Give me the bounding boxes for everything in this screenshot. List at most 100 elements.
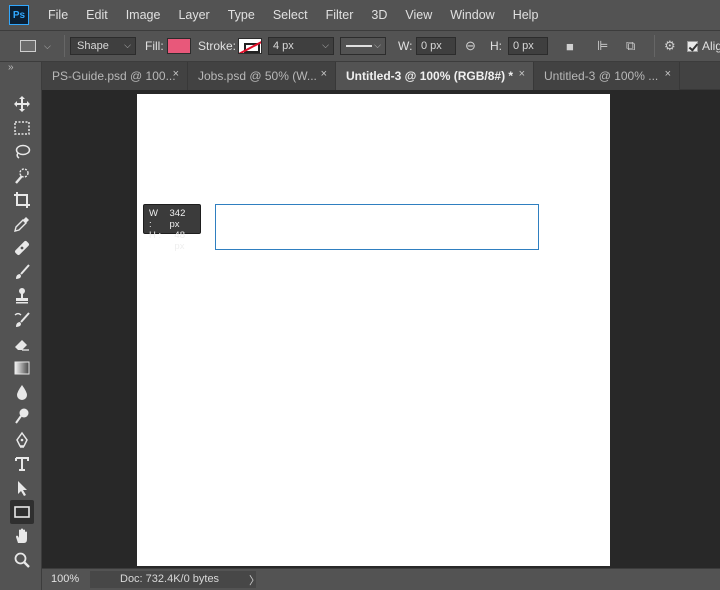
move-icon bbox=[14, 96, 30, 112]
pen-icon bbox=[16, 431, 28, 448]
divider bbox=[654, 35, 655, 57]
healing-brush-icon bbox=[15, 241, 29, 255]
height-field[interactable]: 0 px bbox=[508, 37, 548, 55]
menu-bar: Ps File Edit Image Layer Type Select Fil… bbox=[0, 0, 720, 30]
lasso-icon bbox=[15, 144, 31, 159]
rectangle-icon bbox=[14, 506, 30, 518]
dodge-tool[interactable] bbox=[10, 404, 34, 428]
stroke-color-swatch[interactable] bbox=[238, 38, 262, 54]
menu-type[interactable]: Type bbox=[219, 0, 264, 30]
blur-tool[interactable] bbox=[10, 380, 34, 404]
tab-label: Untitled-3 @ 100% ... bbox=[544, 69, 659, 83]
document-canvas[interactable] bbox=[137, 94, 610, 566]
tab-untitled-3[interactable]: Untitled-3 @ 100% ... × bbox=[534, 62, 680, 90]
menu-image[interactable]: Image bbox=[117, 0, 170, 30]
width-label: W: bbox=[398, 39, 413, 53]
workspace: W : 342 px H : 48 px bbox=[42, 90, 720, 568]
stroke-type-dropdown[interactable]: ⌵ bbox=[340, 37, 386, 55]
dimension-tooltip: W : 342 px H : 48 px bbox=[143, 204, 201, 252]
document-info: Doc: 732.4K/0 bytes bbox=[90, 571, 256, 588]
hand-tool[interactable] bbox=[10, 524, 34, 548]
path-operations-icon[interactable]: ■ bbox=[566, 39, 574, 54]
menu-view[interactable]: View bbox=[396, 0, 441, 30]
healing-brush-tool[interactable] bbox=[10, 236, 34, 260]
height-key: H : bbox=[149, 230, 162, 241]
path-selection-icon bbox=[18, 481, 27, 496]
photoshop-logo-icon: Ps bbox=[9, 5, 29, 25]
chevron-down-icon: ⌵ bbox=[124, 40, 131, 50]
rectangle-preset-icon bbox=[20, 40, 36, 52]
collapse-panel-icon[interactable]: » bbox=[8, 62, 14, 73]
fill-color-swatch[interactable] bbox=[167, 38, 191, 54]
tab-label: PS-Guide.psd @ 100... bbox=[52, 69, 176, 83]
height-readout: 48 px bbox=[174, 230, 185, 252]
link-icon[interactable]: ⊖ bbox=[465, 38, 476, 54]
menu-edit[interactable]: Edit bbox=[77, 0, 117, 30]
chevron-right-icon[interactable]: 〉 bbox=[249, 572, 260, 588]
pen-tool[interactable] bbox=[10, 428, 34, 452]
brush-tool[interactable] bbox=[10, 260, 34, 284]
eyedropper-tool[interactable] bbox=[10, 212, 34, 236]
rectangle-shape-outline[interactable] bbox=[215, 204, 539, 250]
gradient-icon bbox=[14, 361, 30, 375]
zoom-tool[interactable] bbox=[10, 548, 34, 572]
chevron-down-icon: ⌵ bbox=[374, 40, 381, 50]
chevron-down-icon: ⌵ bbox=[44, 40, 51, 51]
stroke-label: Stroke: bbox=[198, 39, 237, 53]
close-icon[interactable]: × bbox=[519, 68, 525, 80]
options-bar: ⌵ Shape ⌵ Fill: Stroke: 4 px ⌵ ⌵ W: 0 px… bbox=[0, 30, 720, 62]
divider bbox=[64, 35, 65, 57]
path-selection-tool[interactable] bbox=[10, 476, 34, 500]
solid-line-icon bbox=[346, 45, 372, 47]
tool-preset-picker[interactable]: ⌵ bbox=[20, 31, 51, 61]
gear-icon[interactable]: ⚙ bbox=[664, 38, 676, 54]
path-alignment-icon[interactable]: ⊫ bbox=[597, 38, 608, 54]
close-icon[interactable]: × bbox=[665, 68, 671, 80]
eraser-icon bbox=[15, 340, 29, 351]
zoom-level-field[interactable]: 100% bbox=[42, 571, 90, 588]
width-readout: 342 px bbox=[169, 208, 186, 230]
close-icon[interactable]: × bbox=[173, 68, 179, 80]
dodge-icon bbox=[15, 408, 29, 424]
tab-jobs[interactable]: Jobs.psd @ 50% (W... × bbox=[188, 62, 336, 90]
gradient-tool[interactable] bbox=[10, 356, 34, 380]
width-key: W : bbox=[149, 208, 158, 230]
tab-label: Jobs.psd @ 50% (W... bbox=[198, 69, 317, 83]
quick-selection-tool[interactable] bbox=[10, 164, 34, 188]
stroke-width-field[interactable]: 4 px ⌵ bbox=[268, 37, 334, 55]
rectangular-marquee-icon bbox=[14, 121, 30, 135]
move-tool[interactable] bbox=[10, 92, 34, 116]
path-arrangement-icon[interactable]: ⧉ bbox=[626, 38, 635, 54]
lasso-tool[interactable] bbox=[10, 140, 34, 164]
fill-label: Fill: bbox=[145, 39, 164, 53]
close-icon[interactable]: × bbox=[321, 68, 327, 80]
clone-stamp-tool[interactable] bbox=[10, 284, 34, 308]
menu-filter[interactable]: Filter bbox=[317, 0, 363, 30]
history-brush-tool[interactable] bbox=[10, 308, 34, 332]
tools-panel: » bbox=[0, 62, 42, 590]
rectangle-tool[interactable] bbox=[10, 500, 34, 524]
crop-tool[interactable] bbox=[10, 188, 34, 212]
zoom-icon bbox=[14, 552, 30, 568]
clone-stamp-icon bbox=[16, 288, 28, 304]
eyedropper-icon bbox=[14, 217, 29, 232]
mode-dropdown[interactable]: Shape ⌵ bbox=[70, 37, 136, 55]
tab-untitled-3-active[interactable]: Untitled-3 @ 100% (RGB/8#) * × bbox=[336, 62, 534, 90]
menu-file[interactable]: File bbox=[39, 0, 77, 30]
menu-select[interactable]: Select bbox=[264, 0, 317, 30]
type-icon bbox=[15, 457, 29, 471]
menu-layer[interactable]: Layer bbox=[169, 0, 218, 30]
menu-help[interactable]: Help bbox=[504, 0, 548, 30]
menu-3d[interactable]: 3D bbox=[362, 0, 396, 30]
crop-icon bbox=[14, 192, 30, 208]
blur-icon bbox=[17, 385, 27, 400]
menu-window[interactable]: Window bbox=[441, 0, 503, 30]
status-bar: 100% Doc: 732.4K/0 bytes 〉 bbox=[42, 568, 720, 590]
history-brush-icon bbox=[14, 312, 30, 327]
type-tool[interactable] bbox=[10, 452, 34, 476]
width-field[interactable]: 0 px bbox=[416, 37, 456, 55]
align-edges-checkbox[interactable] bbox=[687, 40, 698, 52]
tab-ps-guide[interactable]: PS-Guide.psd @ 100... × bbox=[42, 62, 188, 90]
eraser-tool[interactable] bbox=[10, 332, 34, 356]
marquee-tool[interactable] bbox=[10, 116, 34, 140]
